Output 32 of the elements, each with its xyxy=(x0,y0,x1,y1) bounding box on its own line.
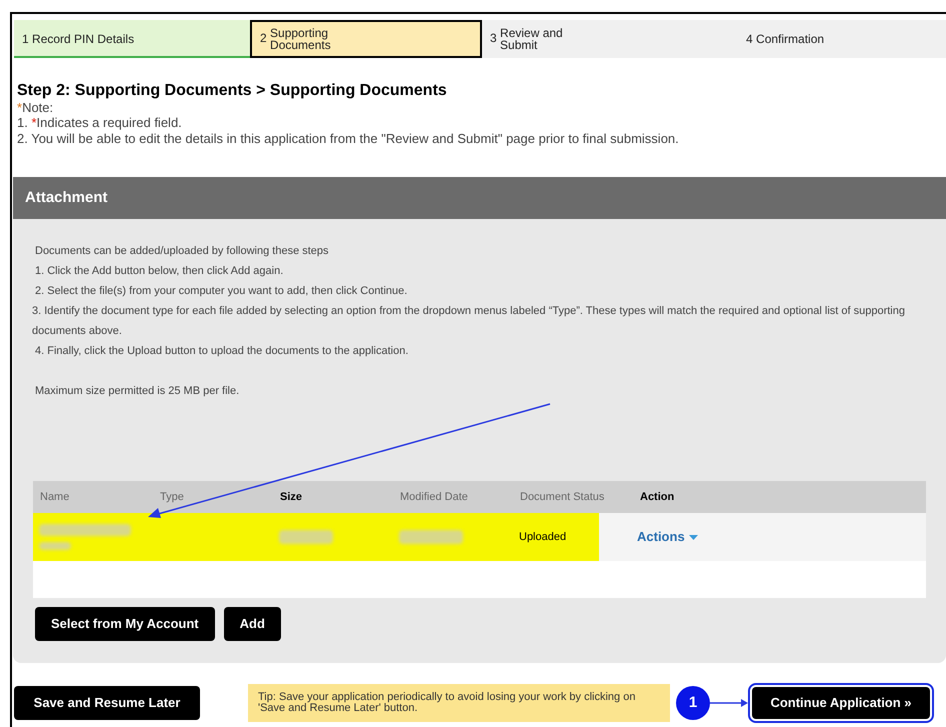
note-text: 1. *Indicates a required field. xyxy=(17,115,183,131)
action-button[interactable]: Select from My Account xyxy=(35,607,215,641)
actions-dropdown[interactable]: Actions xyxy=(637,527,698,547)
note-label: *Note: xyxy=(17,100,54,115)
redacted-text xyxy=(279,530,333,544)
column-header: Size xyxy=(279,490,304,505)
column-header: Name xyxy=(39,490,70,505)
progress-step: 1 Record PIN Details xyxy=(14,20,250,58)
redacted-text xyxy=(39,542,71,550)
instruction-text: 3. Identify the document type for each file added by selecting an option from the dropdown menus labeled “Type”. These types will match the required and optional list of supporting documents above. xyxy=(32,304,906,339)
save-resume-button[interactable]: Save and Resume Later xyxy=(14,686,200,720)
note-text: 2. You will be able to edit the details in this application from the "Review and Submit" page prior to final submission. xyxy=(17,131,680,147)
callout-arrow-icon xyxy=(710,698,748,708)
tip-text: Tip: Save your application periodically to avoid losing your work by clicking on 'Save and Resume Later' button. xyxy=(248,684,670,722)
column-header: Type xyxy=(159,490,185,505)
callout-badge: 1 xyxy=(676,686,710,720)
continue-button[interactable]: Continue Application » xyxy=(752,687,930,719)
action-button[interactable]: Add xyxy=(224,607,281,641)
status-text: Uploaded xyxy=(518,530,568,545)
panel-header: Attachment xyxy=(13,177,946,219)
caret-icon xyxy=(688,534,698,540)
max-size-text: Maximum size permitted is 25 MB per file. xyxy=(35,384,240,399)
instruction-text: 4. Finally, click the Upload button to upload the documents to the application. xyxy=(35,344,410,359)
column-header: Document Status xyxy=(519,490,606,505)
instruction-text: 1. Click the Add button below, then click Add again. xyxy=(35,264,284,279)
instruction-text: 2. Select the file(s) from your computer you want to add, then click Continue. xyxy=(35,284,408,299)
column-header: Modified Date xyxy=(399,490,469,505)
redacted-text xyxy=(399,530,463,544)
progress-step: 4 Confirmation xyxy=(718,20,946,58)
instruction-text: Documents can be added/uploaded by following these steps xyxy=(35,244,330,259)
page-heading: Step 2: Supporting Documents > Supporting Documents xyxy=(17,82,448,100)
column-header: Action xyxy=(639,490,676,505)
